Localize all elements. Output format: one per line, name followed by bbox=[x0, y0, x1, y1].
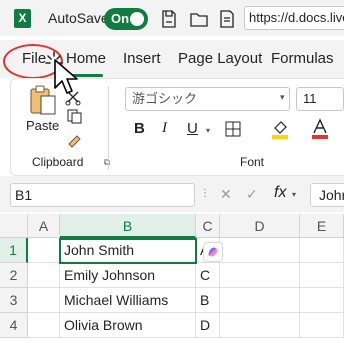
column-header-e[interactable]: E bbox=[300, 214, 344, 238]
title-bar: X AutoSave On https://d.docs.live.net bbox=[0, 0, 344, 36]
cell-e4[interactable] bbox=[300, 313, 344, 338]
click-indicator-icon bbox=[45, 51, 63, 64]
cell-a1[interactable] bbox=[28, 238, 60, 263]
cell-e3[interactable] bbox=[300, 288, 344, 313]
font-size-select[interactable]: 11 bbox=[296, 87, 344, 111]
cell-e2[interactable] bbox=[300, 263, 344, 288]
insert-function-button[interactable]: fx bbox=[274, 184, 286, 202]
row-header-1[interactable]: 1 bbox=[0, 238, 28, 263]
excel-icon[interactable]: X bbox=[14, 9, 31, 28]
row-header-4[interactable]: 4 bbox=[0, 313, 28, 338]
cell-b3[interactable]: Michael Williams bbox=[60, 288, 196, 313]
font-group-label: Font bbox=[240, 155, 265, 169]
name-box[interactable]: B1 bbox=[10, 183, 195, 207]
autosave-label: AutoSave bbox=[48, 10, 109, 26]
tab-formulas[interactable]: Formulas bbox=[271, 50, 334, 67]
cell-a3[interactable] bbox=[28, 288, 60, 313]
folder-icon[interactable] bbox=[188, 8, 210, 30]
cell-b2[interactable]: Emily Johnson bbox=[60, 263, 196, 288]
tab-insert[interactable]: Insert bbox=[123, 50, 161, 67]
chevron-down-icon[interactable]: ▾ bbox=[206, 126, 210, 135]
cell-c2[interactable]: C bbox=[196, 263, 220, 288]
clipboard-group-label: Clipboard bbox=[32, 155, 84, 169]
check-icon[interactable]: ✓ bbox=[246, 186, 258, 203]
cell-b4[interactable]: Olivia Brown bbox=[60, 313, 196, 338]
chevron-down-icon[interactable]: ▾ bbox=[292, 190, 296, 199]
toggle-knob bbox=[130, 12, 144, 26]
column-header-b[interactable]: B bbox=[60, 214, 196, 238]
row-header-2[interactable]: 2 bbox=[0, 263, 28, 288]
chevron-down-icon[interactable]: ▾ bbox=[280, 92, 285, 103]
row-header-3[interactable]: 3 bbox=[0, 288, 28, 313]
column-header-c[interactable]: C bbox=[196, 214, 220, 238]
cell-a2[interactable] bbox=[28, 263, 60, 288]
copilot-icon[interactable] bbox=[203, 242, 223, 262]
cell-d1[interactable] bbox=[220, 238, 300, 263]
italic-button[interactable]: I bbox=[162, 120, 167, 137]
active-cell-outline bbox=[59, 238, 197, 264]
save-icon[interactable] bbox=[158, 8, 180, 30]
cell-e1[interactable] bbox=[300, 238, 344, 263]
column-header-a[interactable]: A bbox=[28, 214, 60, 238]
cell-d4[interactable] bbox=[220, 313, 300, 338]
more-options-icon[interactable]: ⋮ bbox=[200, 188, 210, 199]
fill-color-icon[interactable] bbox=[270, 118, 290, 140]
underline-button[interactable]: U bbox=[187, 120, 198, 137]
cell-c4[interactable]: D bbox=[196, 313, 220, 338]
cell-a4[interactable] bbox=[28, 313, 60, 338]
toggle-text: On bbox=[111, 11, 130, 26]
select-all-corner[interactable] bbox=[0, 214, 28, 238]
column-header-d[interactable]: D bbox=[220, 214, 300, 238]
font-name-select[interactable]: 游ゴシック bbox=[125, 87, 290, 111]
document-icon[interactable] bbox=[216, 8, 238, 30]
cancel-icon[interactable]: ✕ bbox=[220, 186, 232, 203]
url-field[interactable]: https://d.docs.live.net bbox=[244, 6, 344, 30]
tab-page-layout[interactable]: Page Layout bbox=[178, 50, 262, 67]
group-divider bbox=[108, 86, 109, 170]
font-color-icon[interactable] bbox=[310, 118, 330, 140]
cell-d3[interactable] bbox=[220, 288, 300, 313]
autosave-toggle[interactable]: On bbox=[104, 8, 148, 30]
cell-d2[interactable] bbox=[220, 263, 300, 288]
formula-input[interactable]: John bbox=[310, 183, 344, 207]
copy-icon[interactable] bbox=[66, 108, 84, 124]
cell-c3[interactable]: B bbox=[196, 288, 220, 313]
format-painter-icon[interactable] bbox=[66, 132, 84, 148]
bold-button[interactable]: B bbox=[134, 120, 145, 137]
paste-label: Paste bbox=[26, 118, 60, 133]
borders-icon[interactable] bbox=[224, 120, 244, 138]
